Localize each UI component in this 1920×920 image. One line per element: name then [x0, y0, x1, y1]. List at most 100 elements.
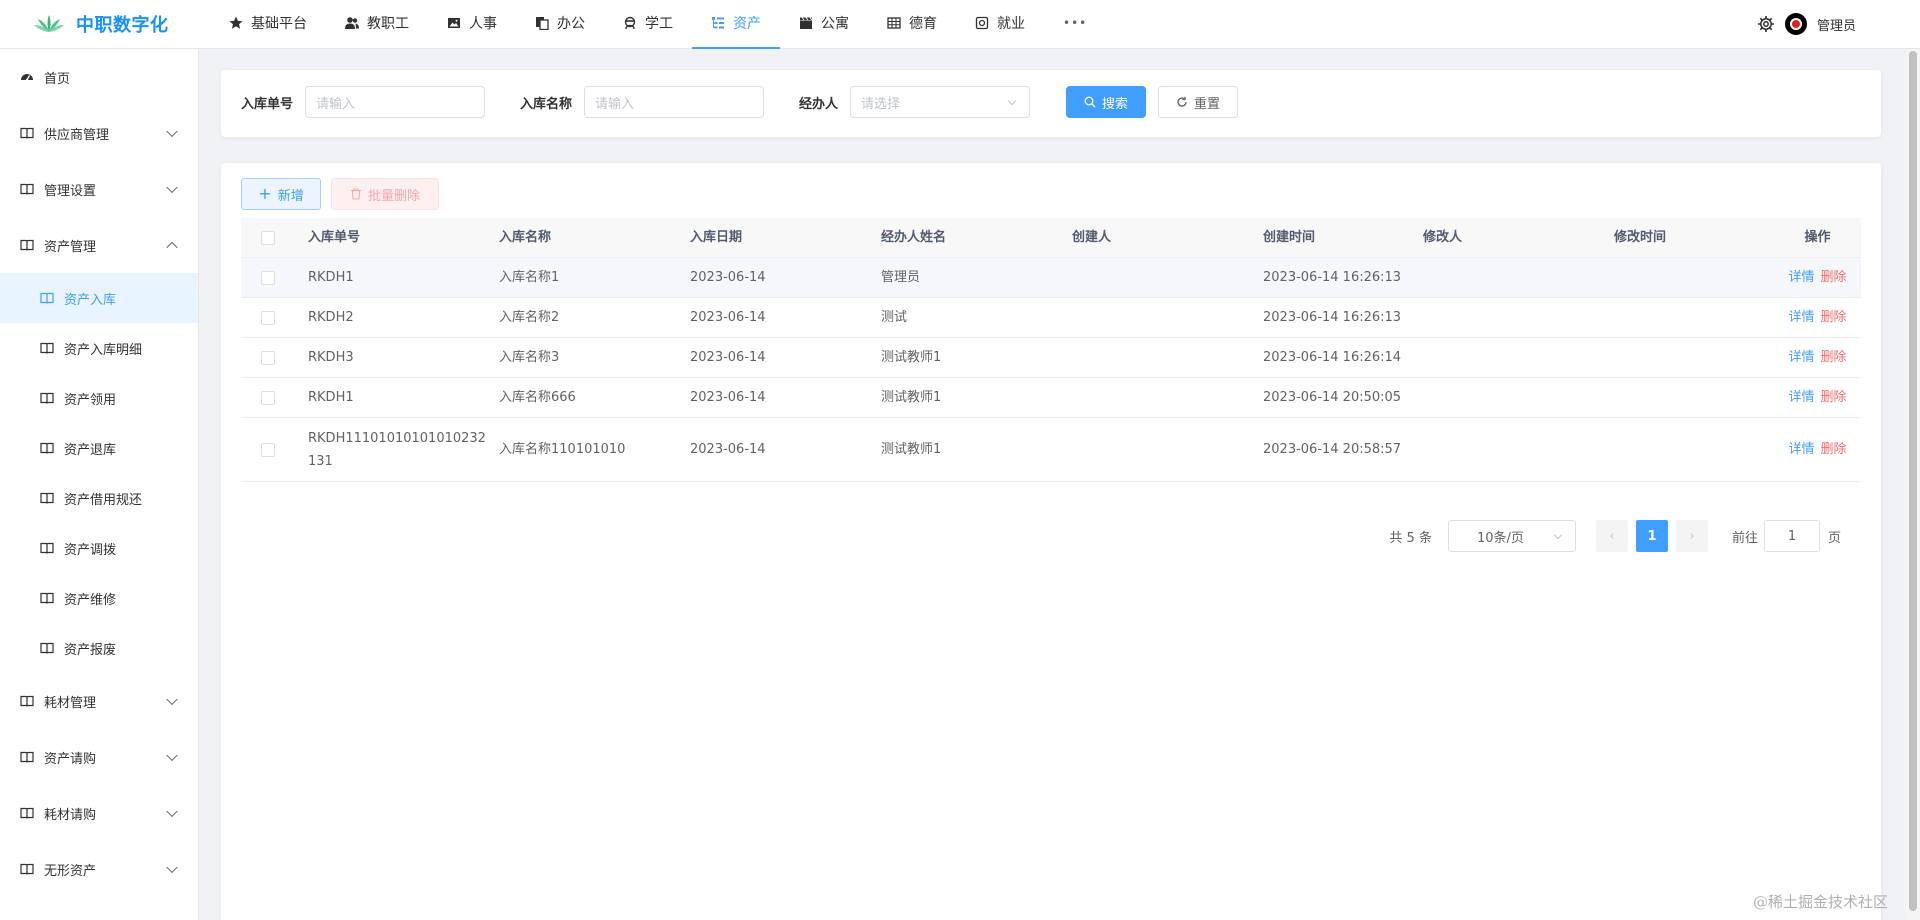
next-page-button[interactable]: ›	[1675, 520, 1708, 552]
nav-item-employment[interactable]: 就业	[956, 0, 1044, 49]
handler-select[interactable]: 请选择	[850, 86, 1031, 118]
row-checkbox[interactable]	[261, 310, 275, 325]
cell-handler: 测试	[881, 310, 908, 325]
book-icon	[20, 695, 34, 707]
table-row[interactable]: RKDH2 入库名称2 2023-06-14 测试 2023-06-14 16:…	[241, 298, 1861, 338]
sidebar-item-label: 资产入库	[64, 292, 117, 308]
chevron-down-icon	[166, 805, 178, 818]
page-number-active[interactable]: 1	[1635, 520, 1668, 552]
add-button[interactable]: + 新增	[241, 178, 321, 210]
batch-delete-button[interactable]: 批量删除	[331, 178, 439, 210]
nav-item-dormitory[interactable]: 公寓	[780, 0, 868, 49]
cell-date: 2023-06-14	[690, 270, 766, 285]
nav-item-more[interactable]: •••	[1044, 0, 1106, 49]
sidebar-item-management-settings[interactable]: 管理设置	[0, 161, 198, 217]
sidebar: 首页 供应商管理 管理设置 资产管理 资产入库 资产入库明细 资产领用 资产退库…	[0, 49, 199, 920]
reset-button[interactable]: 重置	[1158, 86, 1238, 118]
nav-item-staff[interactable]: 教职工	[326, 0, 428, 49]
chevron-down-icon	[166, 125, 178, 138]
select-all-checkbox[interactable]	[261, 230, 275, 245]
sidebar-item-asset-management[interactable]: 资产管理	[0, 217, 198, 273]
plus-icon: +	[258, 184, 272, 203]
nav-item-assets[interactable]: 资产	[692, 0, 780, 49]
detail-link[interactable]: 详情	[1788, 306, 1814, 329]
row-checkbox[interactable]	[261, 390, 275, 405]
delete-link[interactable]: 删除	[1821, 386, 1847, 409]
delete-link[interactable]: 删除	[1821, 438, 1847, 461]
table-row[interactable]: RKDH1 入库名称1 2023-06-14 管理员 2023-06-14 16…	[241, 258, 1861, 298]
logo[interactable]: 中职数字化	[0, 0, 199, 49]
sidebar-item-asset-scrap[interactable]: 资产报废	[0, 623, 198, 673]
scrollbar-thumb[interactable]	[1909, 51, 1917, 911]
sidebar-item-asset-requisition[interactable]: 资产领用	[0, 373, 198, 423]
sidebar-item-asset-borrow[interactable]: 资产借用规还	[0, 473, 198, 523]
chevron-left-icon: ‹	[1609, 528, 1615, 544]
chevron-right-icon: ›	[1689, 528, 1695, 544]
sidebar-item-asset-inbound[interactable]: 资产入库	[0, 273, 198, 323]
lotus-logo-icon	[34, 15, 64, 32]
sidebar-item-asset-transfer[interactable]: 资产调拨	[0, 523, 198, 573]
detail-link[interactable]: 详情	[1788, 386, 1814, 409]
username[interactable]: 管理员	[1817, 15, 1856, 34]
goto-page-input[interactable]: 1	[1763, 520, 1820, 552]
detail-link[interactable]: 详情	[1788, 266, 1814, 289]
vertical-scrollbar[interactable]	[1906, 49, 1920, 920]
row-checkbox[interactable]	[261, 350, 275, 365]
chevron-down-icon	[166, 181, 178, 194]
cell-actions: 详情 删除	[1774, 346, 1861, 369]
sidebar-item-label: 耗材请购	[44, 807, 97, 823]
page-suffix: 页	[1827, 530, 1841, 546]
book-icon	[20, 239, 34, 251]
table-row[interactable]: RKDH11101010101010232131 入库名称110101010 2…	[241, 418, 1861, 482]
cell-name: 入库名称1	[499, 270, 560, 285]
inbound-code-input[interactable]: 请输入	[305, 86, 486, 118]
avatar[interactable]	[1784, 13, 1807, 35]
page-size-select[interactable]: 10条/页	[1447, 520, 1576, 552]
nav-label: 人事	[469, 16, 497, 32]
book-icon	[20, 127, 34, 139]
nav-item-hr[interactable]: 人事	[428, 0, 516, 49]
detail-link[interactable]: 详情	[1788, 438, 1814, 461]
gear-icon[interactable]	[1757, 15, 1775, 33]
cell-name: 入库名称110101010	[499, 442, 626, 457]
table-row[interactable]: RKDH3 入库名称3 2023-06-14 测试教师1 2023-06-14 …	[241, 338, 1861, 378]
sidebar-item-asset-inbound-detail[interactable]: 资产入库明细	[0, 323, 198, 373]
sidebar-item-label: 资产报废	[64, 642, 117, 658]
search-button[interactable]: 搜索	[1066, 86, 1146, 118]
nav-item-office[interactable]: 办公	[516, 0, 604, 49]
delete-link[interactable]: 删除	[1821, 346, 1847, 369]
sidebar-item-asset-return[interactable]: 资产退库	[0, 423, 198, 473]
sidebar-item-home[interactable]: 首页	[0, 49, 198, 105]
sidebar-item-label: 耗材管理	[44, 695, 97, 711]
delete-link[interactable]: 删除	[1821, 306, 1847, 329]
avatar-dot	[1789, 18, 1802, 30]
pagination: 共 5 条 10条/页 ‹ 1 › 前往 1 页	[1389, 520, 1841, 552]
nav-label: 资产	[733, 16, 761, 32]
delete-link[interactable]: 删除	[1821, 266, 1847, 289]
column-header: 经办人姓名	[881, 230, 947, 245]
inbound-name-input[interactable]: 请输入	[584, 86, 765, 118]
sidebar-item-consumables[interactable]: 耗材管理	[0, 673, 198, 729]
prev-page-button[interactable]: ‹	[1595, 520, 1628, 552]
sidebar-item-asset-purchase[interactable]: 资产请购	[0, 729, 198, 785]
sidebar-item-label: 资产调拨	[64, 542, 117, 558]
nav-item-basic-platform[interactable]: 基础平台	[210, 0, 326, 49]
cell-date: 2023-06-14	[690, 350, 766, 365]
sidebar-item-intangible-assets[interactable]: 无形资产	[0, 841, 198, 897]
sidebar-item-label: 资产维修	[64, 592, 117, 608]
cell-date: 2023-06-14	[690, 442, 766, 457]
row-checkbox[interactable]	[261, 442, 275, 457]
nav-item-moral-education[interactable]: 德育	[868, 0, 956, 49]
nav-label: 基础平台	[251, 16, 307, 32]
row-checkbox[interactable]	[261, 270, 275, 285]
sidebar-item-supplier-management[interactable]: 供应商管理	[0, 105, 198, 161]
table-card: + 新增 批量删除 入库单号 入库名称 入库日期 经办人姓名 创建人 创建时间 …	[221, 163, 1881, 920]
table-row[interactable]: RKDH1 入库名称666 2023-06-14 测试教师1 2023-06-1…	[241, 378, 1861, 418]
detail-link[interactable]: 详情	[1788, 346, 1814, 369]
sidebar-item-consumable-purchase[interactable]: 耗材请购	[0, 785, 198, 841]
app-title: 中职数字化	[76, 15, 169, 36]
nav-item-student-affairs[interactable]: 学工	[604, 0, 692, 49]
sidebar-item-label: 资产借用规还	[64, 492, 143, 508]
input-placeholder: 请选择	[861, 96, 901, 112]
sidebar-item-asset-repair[interactable]: 资产维修	[0, 573, 198, 623]
